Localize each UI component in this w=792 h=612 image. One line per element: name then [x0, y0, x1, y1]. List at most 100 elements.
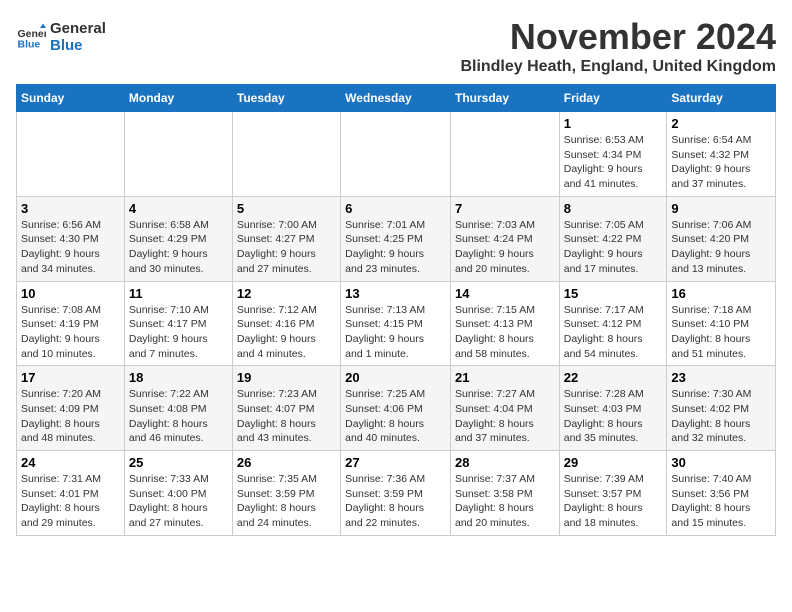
logo-blue: Blue: [50, 37, 106, 54]
day-info: Sunrise: 7:03 AM Sunset: 4:24 PM Dayligh…: [455, 218, 555, 277]
day-info: Sunrise: 6:56 AM Sunset: 4:30 PM Dayligh…: [21, 218, 120, 277]
calendar-cell: 25 Sunrise: 7:33 AM Sunset: 4:00 PM Dayli…: [124, 451, 232, 536]
calendar-cell: 9Sunrise: 7:06 AM Sunset: 4:20 PM Daylig…: [667, 196, 776, 281]
calendar-cell: 2 Sunrise: 6:54 AM Sunset: 4:32 PM Daylig…: [667, 112, 776, 197]
day-info: Sunrise: 7:00 AM Sunset: 4:27 PM Dayligh…: [237, 218, 336, 277]
header-friday: Friday: [559, 85, 667, 112]
calendar-cell: 28 Sunrise: 7:37 AM Sunset: 3:58 PM Dayli…: [450, 451, 559, 536]
calendar-cell: 24 Sunrise: 7:31 AM Sunset: 4:01 PM Dayli…: [17, 451, 125, 536]
calendar-cell: 30Sunrise: 7:40 AM Sunset: 3:56 PM Dayli…: [667, 451, 776, 536]
header-wednesday: Wednesday: [341, 85, 451, 112]
calendar-cell: 12 Sunrise: 7:12 AM Sunset: 4:16 PM Dayli…: [232, 281, 340, 366]
calendar-week-row: 10 Sunrise: 7:08 AM Sunset: 4:19 PM Dayli…: [17, 281, 776, 366]
calendar-cell: 3 Sunrise: 6:56 AM Sunset: 4:30 PM Daylig…: [17, 196, 125, 281]
calendar-week-row: 17Sunrise: 7:20 AM Sunset: 4:09 PM Dayli…: [17, 366, 776, 451]
day-info: Sunrise: 7:25 AM Sunset: 4:06 PM Dayligh…: [345, 387, 446, 446]
day-number: 10: [21, 286, 120, 301]
day-info: Sunrise: 7:08 AM Sunset: 4:19 PM Dayligh…: [21, 303, 120, 362]
day-info: Sunrise: 7:23 AM Sunset: 4:07 PM Dayligh…: [237, 387, 336, 446]
calendar-cell: 1Sunrise: 6:53 AM Sunset: 4:34 PM Daylig…: [559, 112, 667, 197]
day-number: 5: [237, 201, 336, 216]
day-number: 24: [21, 455, 120, 470]
logo-general: General: [50, 20, 106, 37]
page-header: General Blue General Blue November 2024 …: [16, 16, 776, 76]
svg-text:Blue: Blue: [18, 39, 41, 51]
header-tuesday: Tuesday: [232, 85, 340, 112]
calendar-cell: 6 Sunrise: 7:01 AM Sunset: 4:25 PM Daylig…: [341, 196, 451, 281]
day-number: 30: [671, 455, 771, 470]
day-info: Sunrise: 7:28 AM Sunset: 4:03 PM Dayligh…: [564, 387, 663, 446]
month-title: November 2024: [460, 16, 776, 58]
calendar-cell: 10 Sunrise: 7:08 AM Sunset: 4:19 PM Dayli…: [17, 281, 125, 366]
calendar-cell: 29Sunrise: 7:39 AM Sunset: 3:57 PM Dayli…: [559, 451, 667, 536]
day-info: Sunrise: 6:53 AM Sunset: 4:34 PM Dayligh…: [564, 133, 663, 192]
day-info: Sunrise: 7:31 AM Sunset: 4:01 PM Dayligh…: [21, 472, 120, 531]
day-number: 15: [564, 286, 663, 301]
calendar-cell: 20Sunrise: 7:25 AM Sunset: 4:06 PM Dayli…: [341, 366, 451, 451]
day-info: Sunrise: 6:54 AM Sunset: 4:32 PM Dayligh…: [671, 133, 771, 192]
day-info: Sunrise: 7:17 AM Sunset: 4:12 PM Dayligh…: [564, 303, 663, 362]
day-info: Sunrise: 7:15 AM Sunset: 4:13 PM Dayligh…: [455, 303, 555, 362]
day-number: 7: [455, 201, 555, 216]
title-area: November 2024 Blindley Heath, England, U…: [460, 16, 776, 76]
day-number: 3: [21, 201, 120, 216]
day-info: Sunrise: 6:58 AM Sunset: 4:29 PM Dayligh…: [129, 218, 228, 277]
day-number: 26: [237, 455, 336, 470]
day-info: Sunrise: 7:13 AM Sunset: 4:15 PM Dayligh…: [345, 303, 446, 362]
day-info: Sunrise: 7:33 AM Sunset: 4:00 PM Dayligh…: [129, 472, 228, 531]
header-saturday: Saturday: [667, 85, 776, 112]
calendar-week-row: 1Sunrise: 6:53 AM Sunset: 4:34 PM Daylig…: [17, 112, 776, 197]
day-number: 22: [564, 370, 663, 385]
day-info: Sunrise: 7:20 AM Sunset: 4:09 PM Dayligh…: [21, 387, 120, 446]
calendar-cell: 4 Sunrise: 6:58 AM Sunset: 4:29 PM Daylig…: [124, 196, 232, 281]
calendar-cell: [232, 112, 340, 197]
day-number: 2: [671, 116, 771, 131]
day-number: 19: [237, 370, 336, 385]
calendar-cell: 13 Sunrise: 7:13 AM Sunset: 4:15 PM Dayli…: [341, 281, 451, 366]
header-sunday: Sunday: [17, 85, 125, 112]
day-number: 29: [564, 455, 663, 470]
day-number: 13: [345, 286, 446, 301]
day-number: 25: [129, 455, 228, 470]
calendar-header-row: SundayMondayTuesdayWednesdayThursdayFrid…: [17, 85, 776, 112]
logo: General Blue General Blue: [16, 20, 106, 54]
day-number: 16: [671, 286, 771, 301]
day-info: Sunrise: 7:18 AM Sunset: 4:10 PM Dayligh…: [671, 303, 771, 362]
calendar-cell: 14Sunrise: 7:15 AM Sunset: 4:13 PM Dayli…: [450, 281, 559, 366]
day-number: 21: [455, 370, 555, 385]
calendar-cell: 15 Sunrise: 7:17 AM Sunset: 4:12 PM Dayli…: [559, 281, 667, 366]
day-number: 12: [237, 286, 336, 301]
calendar-cell: 16 Sunrise: 7:18 AM Sunset: 4:10 PM Dayli…: [667, 281, 776, 366]
calendar-cell: [450, 112, 559, 197]
calendar-cell: 22 Sunrise: 7:28 AM Sunset: 4:03 PM Dayli…: [559, 366, 667, 451]
calendar-cell: 17Sunrise: 7:20 AM Sunset: 4:09 PM Dayli…: [17, 366, 125, 451]
location-title: Blindley Heath, England, United Kingdom: [460, 58, 776, 76]
calendar-cell: 21Sunrise: 7:27 AM Sunset: 4:04 PM Dayli…: [450, 366, 559, 451]
calendar-cell: [341, 112, 451, 197]
day-info: Sunrise: 7:10 AM Sunset: 4:17 PM Dayligh…: [129, 303, 228, 362]
day-number: 11: [129, 286, 228, 301]
day-info: Sunrise: 7:06 AM Sunset: 4:20 PM Dayligh…: [671, 218, 771, 277]
day-number: 28: [455, 455, 555, 470]
calendar-cell: 26Sunrise: 7:35 AM Sunset: 3:59 PM Dayli…: [232, 451, 340, 536]
day-info: Sunrise: 7:12 AM Sunset: 4:16 PM Dayligh…: [237, 303, 336, 362]
day-info: Sunrise: 7:01 AM Sunset: 4:25 PM Dayligh…: [345, 218, 446, 277]
calendar-cell: 11 Sunrise: 7:10 AM Sunset: 4:17 PM Dayli…: [124, 281, 232, 366]
logo-icon: General Blue: [16, 22, 46, 52]
header-thursday: Thursday: [450, 85, 559, 112]
calendar-cell: 18Sunrise: 7:22 AM Sunset: 4:08 PM Dayli…: [124, 366, 232, 451]
day-number: 27: [345, 455, 446, 470]
calendar-cell: 23Sunrise: 7:30 AM Sunset: 4:02 PM Dayli…: [667, 366, 776, 451]
calendar-cell: 19 Sunrise: 7:23 AM Sunset: 4:07 PM Dayli…: [232, 366, 340, 451]
header-monday: Monday: [124, 85, 232, 112]
calendar-cell: 8Sunrise: 7:05 AM Sunset: 4:22 PM Daylig…: [559, 196, 667, 281]
day-info: Sunrise: 7:22 AM Sunset: 4:08 PM Dayligh…: [129, 387, 228, 446]
day-info: Sunrise: 7:37 AM Sunset: 3:58 PM Dayligh…: [455, 472, 555, 531]
calendar-cell: [124, 112, 232, 197]
calendar-week-row: 3 Sunrise: 6:56 AM Sunset: 4:30 PM Daylig…: [17, 196, 776, 281]
day-info: Sunrise: 7:36 AM Sunset: 3:59 PM Dayligh…: [345, 472, 446, 531]
day-number: 4: [129, 201, 228, 216]
day-number: 6: [345, 201, 446, 216]
calendar-cell: [17, 112, 125, 197]
calendar-table: SundayMondayTuesdayWednesdayThursdayFrid…: [16, 84, 776, 536]
